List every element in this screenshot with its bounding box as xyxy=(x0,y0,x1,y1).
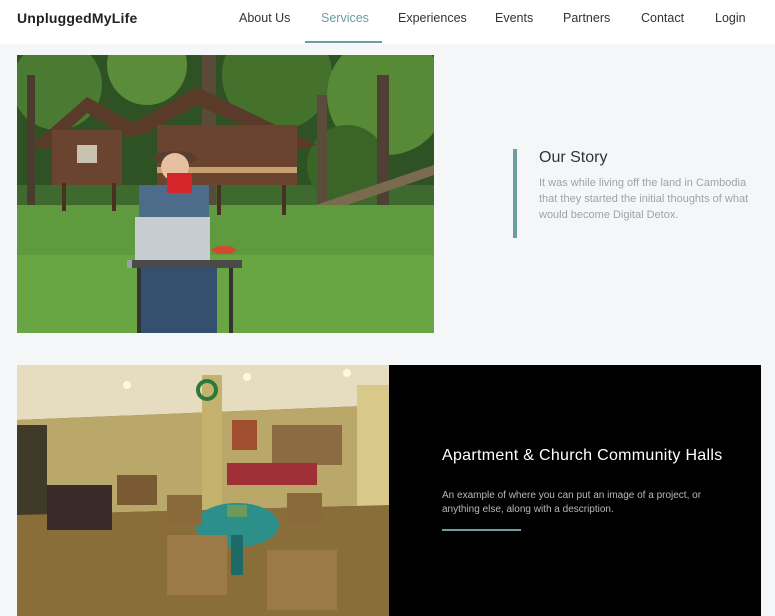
nav-item-events[interactable]: Events xyxy=(495,11,533,25)
our-story-text: It was while living off the land in Camb… xyxy=(539,177,749,221)
feature-panel: Apartment & Church Community Halls An ex… xyxy=(389,365,761,616)
our-story-title: Our Story xyxy=(539,149,608,166)
our-story-block: Our Story It was while living off the la… xyxy=(513,149,763,238)
feature-description: An example of where you can put an image… xyxy=(442,490,702,515)
nav-item-about-us[interactable]: About Us xyxy=(239,11,290,25)
top-navbar: UnpluggedMyLife About Us Services Experi… xyxy=(0,0,775,44)
story-photo xyxy=(17,55,434,333)
nav-item-experiences[interactable]: Experiences xyxy=(398,11,467,25)
brand-logo[interactable]: UnpluggedMyLife xyxy=(17,10,137,26)
feature-title: Apartment & Church Community Halls xyxy=(442,447,723,464)
nav-item-services[interactable]: Services xyxy=(321,11,369,25)
feature-accent-line xyxy=(442,529,521,531)
nav-item-contact[interactable]: Contact xyxy=(641,11,684,25)
nav-item-partners[interactable]: Partners xyxy=(563,11,610,25)
active-tab-indicator xyxy=(305,41,382,43)
community-hall-photo xyxy=(17,365,389,616)
nav-item-login[interactable]: Login xyxy=(715,11,746,25)
